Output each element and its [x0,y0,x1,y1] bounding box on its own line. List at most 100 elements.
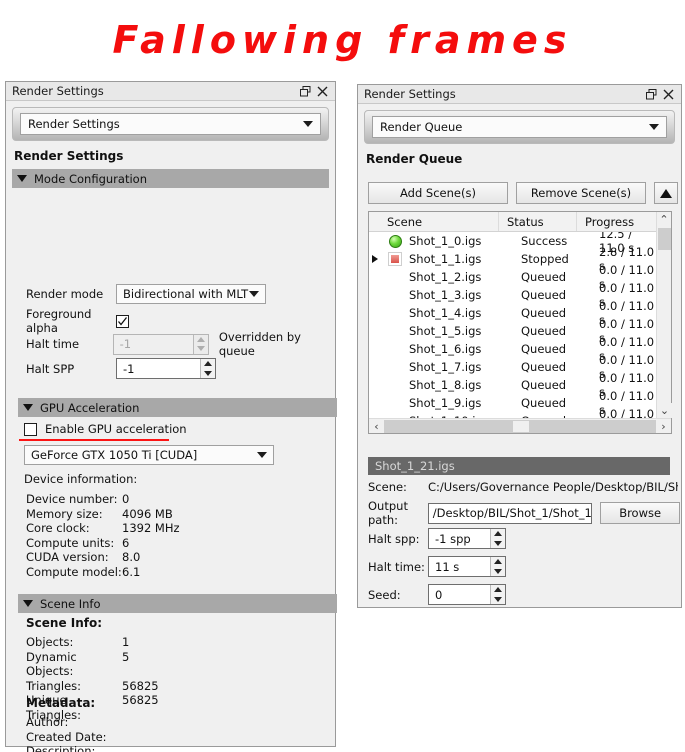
chevron-down-icon: ⌄ [659,404,670,417]
remove-scenes-button[interactable]: Remove Scene(s) [516,182,646,204]
cell-scene: Shot_1_5.igs [409,324,482,338]
info-key: Device number: [26,492,118,506]
info-key: CUDA version: [26,550,109,564]
stepper-up-icon[interactable] [494,587,502,593]
left-combo-strip: Render Settings [12,107,329,141]
group-scene-info[interactable]: Scene Info [18,594,337,613]
info-value: 0 [122,492,130,506]
right-panel-titlebar: Render Settings [358,85,681,104]
info-value: 4096 MB [122,506,173,521]
queue-halt-time-stepper[interactable] [490,557,505,576]
render-settings-panel: Render Settings Render Settings Render S… [5,81,337,752]
group-mode-configuration-label: Mode Configuration [34,171,147,186]
stepper-down-icon[interactable] [494,568,502,574]
queue-halt-time-spinner[interactable]: 11 s [428,556,506,577]
seed-stepper[interactable] [490,585,505,604]
status-success-icon [381,234,409,248]
halt-spp-spinner[interactable]: -1 [116,358,216,379]
output-path-value: /Desktop/BIL/Shot_1/Shot_1_21 [432,506,592,520]
cell-scene: Shot_1_0.igs [409,234,482,248]
add-scenes-button[interactable]: Add Scene(s) [368,182,508,204]
render-queue-dropdown[interactable]: Render Queue [372,116,667,138]
horizontal-scroll-track[interactable] [384,419,656,433]
halt-spp-label: Halt SPP [26,361,75,376]
scroll-up-arrow[interactable]: ⌃ [657,212,671,227]
chevron-down-icon [649,124,659,130]
triangle-down-icon [17,175,27,182]
close-icon[interactable] [660,86,677,102]
render-queue-heading: Render Queue [366,152,463,166]
row-expander[interactable] [369,255,381,263]
scroll-right-arrow[interactable]: › [656,419,671,434]
seed-spinner[interactable]: 0 [428,584,506,605]
output-path-input[interactable]: /Desktop/BIL/Shot_1/Shot_1_21 [427,502,593,524]
seed-value: 0 [435,587,443,602]
cell-status: Queued [521,360,567,374]
cell-scene: Shot_1_4.igs [409,306,482,320]
scene-stat-row: Objects: 1 [26,635,326,650]
metadata-list: Author: Created Date: Description: Expor… [26,715,326,752]
metadata-row: Created Date: [26,730,326,745]
cell-scene: Shot_1_3.igs [409,288,482,302]
table-vertical-scrollbar[interactable]: ⌃ ⌄ [656,212,672,418]
column-header-scene[interactable]: Scene [369,212,499,231]
stepper-down-icon[interactable] [494,540,502,546]
queue-halt-spp-stepper[interactable] [490,529,505,548]
selected-scene-bar: Shot_1_21.igs [368,457,670,475]
stepper-down-icon[interactable] [204,370,212,376]
queue-halt-spp-spinner[interactable]: -1 spp [428,528,506,549]
foreground-alpha-checkbox[interactable] [116,314,129,328]
stepper-down-icon[interactable] [494,596,502,602]
render-settings-dropdown[interactable]: Render Settings [20,113,321,135]
device-info-row: Device number: 0 [26,492,326,507]
scene-path-label: Scene: [368,480,407,494]
cell-status: Queued [521,396,567,410]
halt-spp-stepper[interactable] [200,359,215,378]
cell-scene: Shot_1_9.igs [409,396,482,410]
close-icon[interactable] [314,83,331,99]
table-header: Scene Status Progress [369,212,671,232]
device-information-list: Device number: 0 Memory size: 4096 MB Core… [26,492,326,579]
group-gpu-acceleration[interactable]: GPU Acceleration [18,398,337,417]
stepper-up-icon[interactable] [494,531,502,537]
meta-key: Description: [26,744,96,752]
restore-icon[interactable] [297,83,314,99]
chevron-down-icon [303,121,313,127]
stepper-up-icon[interactable] [204,361,212,367]
scroll-left-arrow[interactable]: ‹ [369,419,384,434]
remove-scenes-label: Remove Scene(s) [530,186,632,200]
info-value: 6.1 [122,564,141,579]
render-mode-label: Render mode [26,287,104,301]
group-scene-info-label: Scene Info [40,596,101,611]
stat-value: 1 [122,635,130,649]
gpu-device-dropdown[interactable]: GeForce GTX 1050 Ti [CUDA] [24,445,274,465]
stepper-up-icon [196,336,205,342]
column-header-status[interactable]: Status [499,212,577,231]
enable-gpu-acceleration-label: Enable GPU acceleration [45,422,187,436]
scroll-down-arrow[interactable]: ⌄ [657,403,672,418]
restore-icon[interactable] [643,86,660,102]
render-mode-dropdown[interactable]: Bidirectional with MLT [116,284,266,304]
table-horizontal-scrollbar[interactable]: ‹ › [369,418,671,433]
stat-key: Objects: [26,635,74,649]
left-panel-title: Render Settings [12,84,104,98]
render-queue-table: Scene Status Progress Shot_1_0.igs Succe… [368,211,672,434]
info-key: Compute model: [26,564,122,579]
horizontal-scroll-thumb[interactable] [512,419,530,433]
cell-status: Success [521,234,568,248]
enable-gpu-acceleration-checkbox[interactable] [24,422,37,436]
group-mode-configuration[interactable]: Mode Configuration [12,169,329,188]
halt-time-note: Overridden by queue [218,330,301,358]
seed-label: Seed: [368,587,401,602]
move-up-button[interactable] [654,182,678,204]
cell-status: Queued [521,270,567,284]
meta-key: Author: [26,715,69,729]
device-info-row: Core clock: 1392 MHz [26,521,326,536]
render-settings-dropdown-value: Render Settings [28,117,120,131]
vertical-scroll-thumb[interactable] [658,228,671,250]
browse-button[interactable]: Browse [600,502,680,524]
stepper-up-icon[interactable] [494,559,502,565]
scene-path-value: C:/Users/Governance People/Desktop/BIL/S… [428,480,678,494]
metadata-row: Description: [26,744,326,752]
render-settings-heading: Render Settings [14,149,124,163]
